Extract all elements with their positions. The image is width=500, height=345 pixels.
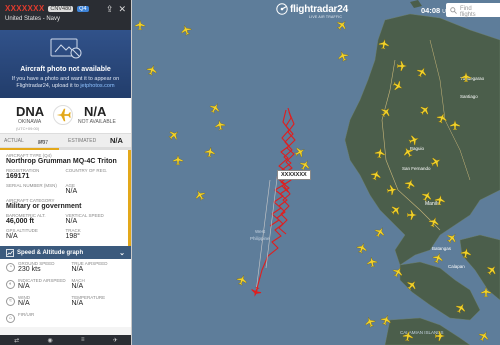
wind-icon: ≈ — [6, 297, 15, 306]
indicated-airspeed-value: N/A — [18, 283, 30, 290]
selected-aircraft-label[interactable]: XXXXXXX — [277, 170, 311, 180]
close-icon[interactable]: ✕ — [118, 4, 126, 15]
route-icon[interactable]: ⇄ — [14, 337, 19, 344]
serial-label: SERIAL NUMBER (MSN) — [6, 183, 57, 188]
search-placeholder: Find flights — [460, 6, 476, 18]
graph-button-label: Speed & Altitude graph — [17, 249, 84, 256]
origin-code[interactable]: DNA — [16, 104, 44, 119]
place-label-san-fernando: San Fernando — [402, 166, 431, 171]
estimated-value: N/A — [110, 136, 123, 145]
speed-altitude-graph-button[interactable]: Speed & Altitude graph ⌄ — [0, 246, 131, 259]
aircraft-photo-placeholder: Aircraft photo not available If you have… — [0, 30, 131, 98]
baro-alt-value: 46,000 ft — [6, 218, 35, 225]
origin-city: OKINAWA — [18, 119, 42, 125]
vertical-speed-value: N/A — [65, 218, 78, 225]
fir-icon: ⌂ — [6, 314, 15, 323]
temperature-value: N/A — [71, 300, 84, 307]
route-plane-badge — [53, 105, 73, 125]
track-value: 198° — [65, 233, 80, 240]
place-label-wps-2: Philippine — [250, 236, 270, 241]
airline-name: United States - Navy — [5, 16, 61, 22]
fir-label: FIR/UIR — [18, 312, 35, 317]
search-icon — [450, 7, 457, 14]
wind-value: N/A — [18, 300, 30, 307]
photo-title: Aircraft photo not available — [20, 66, 111, 73]
no-photo-icon — [50, 38, 81, 59]
country-label: COUNTRY OF REG. — [65, 168, 108, 173]
speed-info: ◔ GROUND SPEED 230 kts TRUE AIRSPEED N/A… — [0, 259, 131, 327]
chevron-down-icon: ⌄ — [119, 249, 125, 257]
place-label-calapan: Calapan — [448, 264, 465, 269]
logo-text: flightradar24 — [290, 3, 348, 15]
actual-label: ACTUAL — [4, 138, 24, 144]
gps-alt-value: N/A — [6, 233, 18, 240]
photo-text: If you have a photo and want it to appea… — [11, 76, 120, 90]
age-value: N/A — [65, 188, 78, 195]
aircraft-info: AIRCRAFT TYPE (Q4) Northrop Grumman MQ-4… — [0, 150, 131, 246]
accent-bar — [128, 150, 131, 246]
panel-header: XXXXXXX CNV480 Q4 United States - Navy ⇪… — [0, 0, 131, 30]
graph-icon — [6, 248, 14, 257]
layers-icon[interactable]: ≡ — [81, 337, 85, 343]
registration-badge: CNV480 — [48, 6, 74, 12]
search-input[interactable]: Find flights — [446, 3, 500, 18]
flight-info-panel: XXXXXXX CNV480 Q4 United States - Navy ⇪… — [0, 0, 132, 345]
panel-footer-toolbar: ⇄ ◉ ≡ ✈ — [0, 335, 131, 345]
airplane-icon — [56, 108, 71, 122]
radar-logo-icon — [276, 3, 288, 15]
actual-time: 2:37 am — [38, 139, 49, 146]
camera-icon[interactable]: ◉ — [47, 337, 52, 344]
destination-code[interactable]: N/A — [84, 104, 106, 119]
compass-icon: ◐ — [6, 280, 15, 289]
times-row: ACTUAL 2:37 am ESTIMATED N/A — [0, 134, 131, 148]
estimated-label: ESTIMATED — [68, 138, 97, 144]
place-label-wps-1: West — [255, 229, 266, 234]
callsign: XXXXXXX — [5, 4, 45, 13]
registration-value: 169171 — [6, 173, 30, 180]
aircraft-type-value: Northrop Grumman MQ-4C Triton — [6, 158, 117, 165]
route-section: DNA OKINAWA (UTC+09:00) N/A NOT AVAILABL… — [0, 98, 131, 134]
logo-tagline: LIVE AIR TRAFFIC — [309, 15, 343, 19]
speedometer-icon: ◔ — [6, 263, 15, 272]
flightradar24-logo[interactable]: flightradar24 LIVE AIR TRAFFIC — [276, 3, 348, 19]
place-label-santiago: Santiago — [460, 94, 478, 99]
mach-value: N/A — [71, 283, 84, 290]
ground-speed-value: 230 kts — [18, 266, 41, 273]
aircraft-type-badge: Q4 — [77, 6, 89, 12]
origin-timezone: (UTC+09:00) — [16, 126, 40, 131]
true-airspeed-value: N/A — [71, 266, 84, 273]
place-label-calamian: CALAMIAN ISLANDS — [400, 330, 444, 335]
category-value: Military or government — [6, 203, 82, 210]
jetphotos-link[interactable]: jetphotos.com — [80, 83, 114, 89]
place-label-batangas: Batangas — [432, 246, 452, 251]
destination-city: NOT AVAILABLE — [78, 119, 116, 125]
share-icon[interactable]: ⇪ — [106, 4, 114, 15]
follow-icon[interactable]: ✈ — [113, 337, 118, 344]
